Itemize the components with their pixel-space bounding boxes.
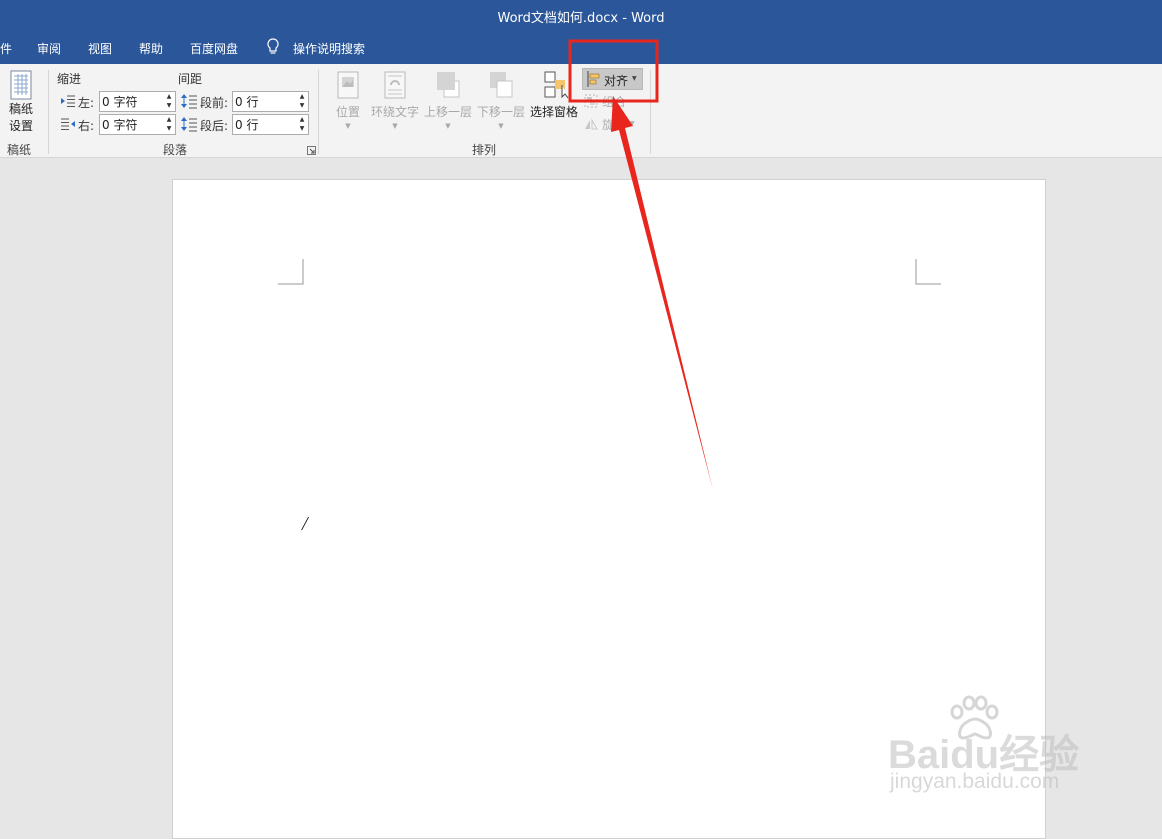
margin-corner-mark (278, 259, 304, 285)
manuscript-settings-button[interactable]: 稿纸 设置 (5, 70, 37, 134)
spin-up-icon[interactable]: ▲ (165, 93, 173, 101)
window-title: Word文档如何.docx - Word (497, 11, 665, 26)
manuscript-icon (10, 70, 32, 100)
send-backward-button[interactable]: 下移一层 ▼ (476, 71, 526, 130)
selection-pane-button[interactable]: 选择窗格 (529, 71, 579, 120)
spin-up-icon[interactable]: ▲ (298, 116, 306, 124)
group-label-paragraph: 段落 (163, 143, 188, 157)
tab-help[interactable]: 帮助 (139, 40, 163, 57)
spin-up-icon[interactable]: ▲ (298, 93, 306, 101)
spin-down-icon[interactable]: ▼ (165, 125, 173, 133)
group-label-manuscript: 稿纸 (7, 143, 32, 157)
wrap-text-button[interactable]: 环绕文字 ▼ (370, 71, 420, 130)
margin-corner-mark (915, 259, 941, 285)
position-icon (337, 71, 359, 99)
indent-right-input[interactable] (102, 116, 164, 133)
group-icon (584, 94, 598, 108)
manuscript-button-label-1: 稿纸 (8, 102, 33, 116)
spin-up-icon[interactable]: ▲ (165, 116, 173, 124)
send-backward-label: 下移一层 (476, 105, 525, 119)
position-label: 位置 (335, 105, 360, 119)
wrap-text-label: 环绕文字 (370, 105, 419, 119)
indent-left-input[interactable] (102, 93, 164, 110)
chevron-down-icon: ▼ (630, 120, 635, 127)
chevron-down-icon: ▼ (632, 75, 637, 82)
chevron-down-icon: ▼ (345, 122, 351, 130)
rotate-label: 旋转 (602, 118, 627, 132)
position-button[interactable]: 位置 ▼ (335, 71, 361, 130)
indent-left-field[interactable]: ▲ ▼ (99, 91, 176, 112)
spacing-header: 间距 (178, 72, 203, 86)
chevron-down-icon: ▼ (445, 122, 451, 130)
spacing-before-field[interactable]: ▲ ▼ (232, 91, 309, 112)
bring-forward-icon (437, 72, 460, 98)
indent-right-field[interactable]: ▲ ▼ (99, 114, 176, 135)
selection-pane-label: 选择窗格 (529, 105, 578, 119)
manuscript-button-label-2: 设置 (8, 119, 33, 133)
group-label-arrange: 排列 (472, 143, 497, 157)
spin-down-icon[interactable]: ▼ (298, 125, 306, 133)
selection-pane-icon (544, 71, 569, 99)
tell-me-search[interactable]: 操作说明搜索 (293, 40, 365, 57)
send-backward-icon (490, 72, 513, 98)
indent-left-label: 左: (78, 96, 95, 110)
spacing-after-field[interactable]: ▲ ▼ (232, 114, 309, 135)
indent-right-icon (61, 118, 75, 130)
title-bar: Word文档如何.docx - Word (0, 0, 1162, 30)
indent-left-icon (61, 95, 75, 107)
tab-review[interactable]: 审阅 (37, 40, 61, 57)
ribbon-layout: 稿纸 设置 稿纸 缩进 间距 左: ▲ ▼ 右: ▲ ▼ 段前: ▲ ▼ 段后:… (0, 64, 1162, 158)
align-button[interactable]: 对齐 ▼ (582, 68, 643, 90)
spacing-before-input[interactable] (235, 93, 297, 110)
indent-header: 缩进 (57, 72, 82, 86)
chevron-down-icon: ▼ (392, 122, 398, 130)
align-label: 对齐 (604, 74, 629, 88)
tab-view[interactable]: 视图 (88, 40, 112, 57)
tab-file[interactable]: 件 (0, 40, 12, 57)
spin-down-icon[interactable]: ▼ (298, 102, 306, 110)
bring-forward-label: 上移一层 (423, 105, 472, 119)
indent-right-label: 右: (78, 119, 95, 133)
spacing-before-label: 段前: (200, 96, 229, 110)
spacing-after-label: 段后: (200, 119, 229, 133)
tab-baidu-netdisk[interactable]: 百度网盘 (190, 40, 238, 57)
group-divider (650, 70, 651, 154)
align-icon (587, 71, 600, 87)
spacing-before-icon (181, 94, 197, 109)
chevron-down-icon: ▼ (498, 122, 504, 130)
spacing-after-input[interactable] (235, 116, 297, 133)
dialog-launcher-icon[interactable] (307, 146, 316, 155)
wrap-text-icon (384, 71, 406, 99)
spacing-after-icon (181, 117, 197, 132)
group-divider (48, 70, 49, 154)
rotate-icon (585, 118, 598, 130)
group-label: 组合 (602, 95, 627, 109)
lightbulb-icon[interactable] (266, 38, 280, 58)
bring-forward-button[interactable]: 上移一层 ▼ (423, 71, 473, 130)
group-divider (318, 70, 319, 154)
spin-down-icon[interactable]: ▼ (165, 102, 173, 110)
watermark-url: jingyan.baidu.com (890, 770, 1060, 793)
text-cursor: / (302, 513, 308, 535)
ribbon-tabs: 件 审阅 视图 帮助 百度网盘 操作说明搜索 (0, 30, 1162, 64)
